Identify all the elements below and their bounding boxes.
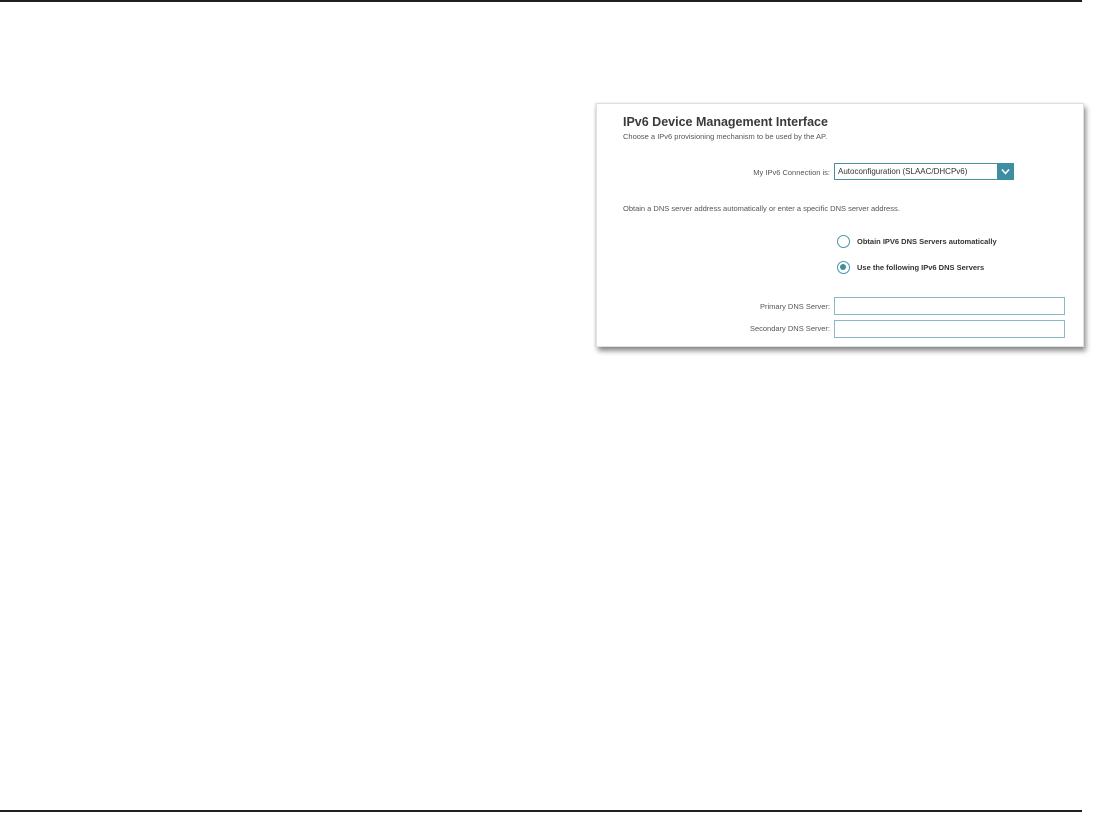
manual-page: IPv6 Device Management Interface Choose … — [0, 0, 1093, 813]
dropdown-button[interactable] — [997, 163, 1014, 180]
radio-use-following-dns[interactable]: Use the following IPv6 DNS Servers — [837, 259, 984, 275]
connection-select-value: Autoconfiguration (SLAAC/DHCPv6) — [838, 167, 968, 176]
radio-button[interactable] — [837, 234, 850, 248]
dns-description: Obtain a DNS server address automaticall… — [623, 204, 900, 213]
chevron-down-icon — [1001, 169, 1010, 175]
connection-label: My IPv6 Connection is: — [753, 168, 830, 177]
radio-obtain-dns-auto[interactable]: Obtain IPV6 DNS Servers automatically — [837, 233, 997, 249]
panel-description: Choose a IPv6 provisioning mechanism to … — [623, 132, 828, 141]
bottom-rule — [0, 810, 1082, 812]
secondary-dns-input[interactable] — [834, 320, 1065, 338]
panel-title: IPv6 Device Management Interface — [623, 115, 828, 129]
ipv6-management-panel: IPv6 Device Management Interface Choose … — [596, 103, 1084, 347]
connection-select[interactable]: Autoconfiguration (SLAAC/DHCPv6) — [834, 163, 1014, 180]
top-rule — [0, 0, 1082, 2]
secondary-dns-label: Secondary DNS Server: — [749, 324, 830, 333]
radio-label: Obtain IPV6 DNS Servers automatically — [857, 236, 997, 246]
radio-button-checked[interactable] — [837, 260, 850, 274]
primary-dns-label: Primary DNS Server: — [759, 302, 830, 311]
primary-dns-input[interactable] — [834, 297, 1065, 315]
radio-label: Use the following IPv6 DNS Servers — [857, 262, 985, 272]
